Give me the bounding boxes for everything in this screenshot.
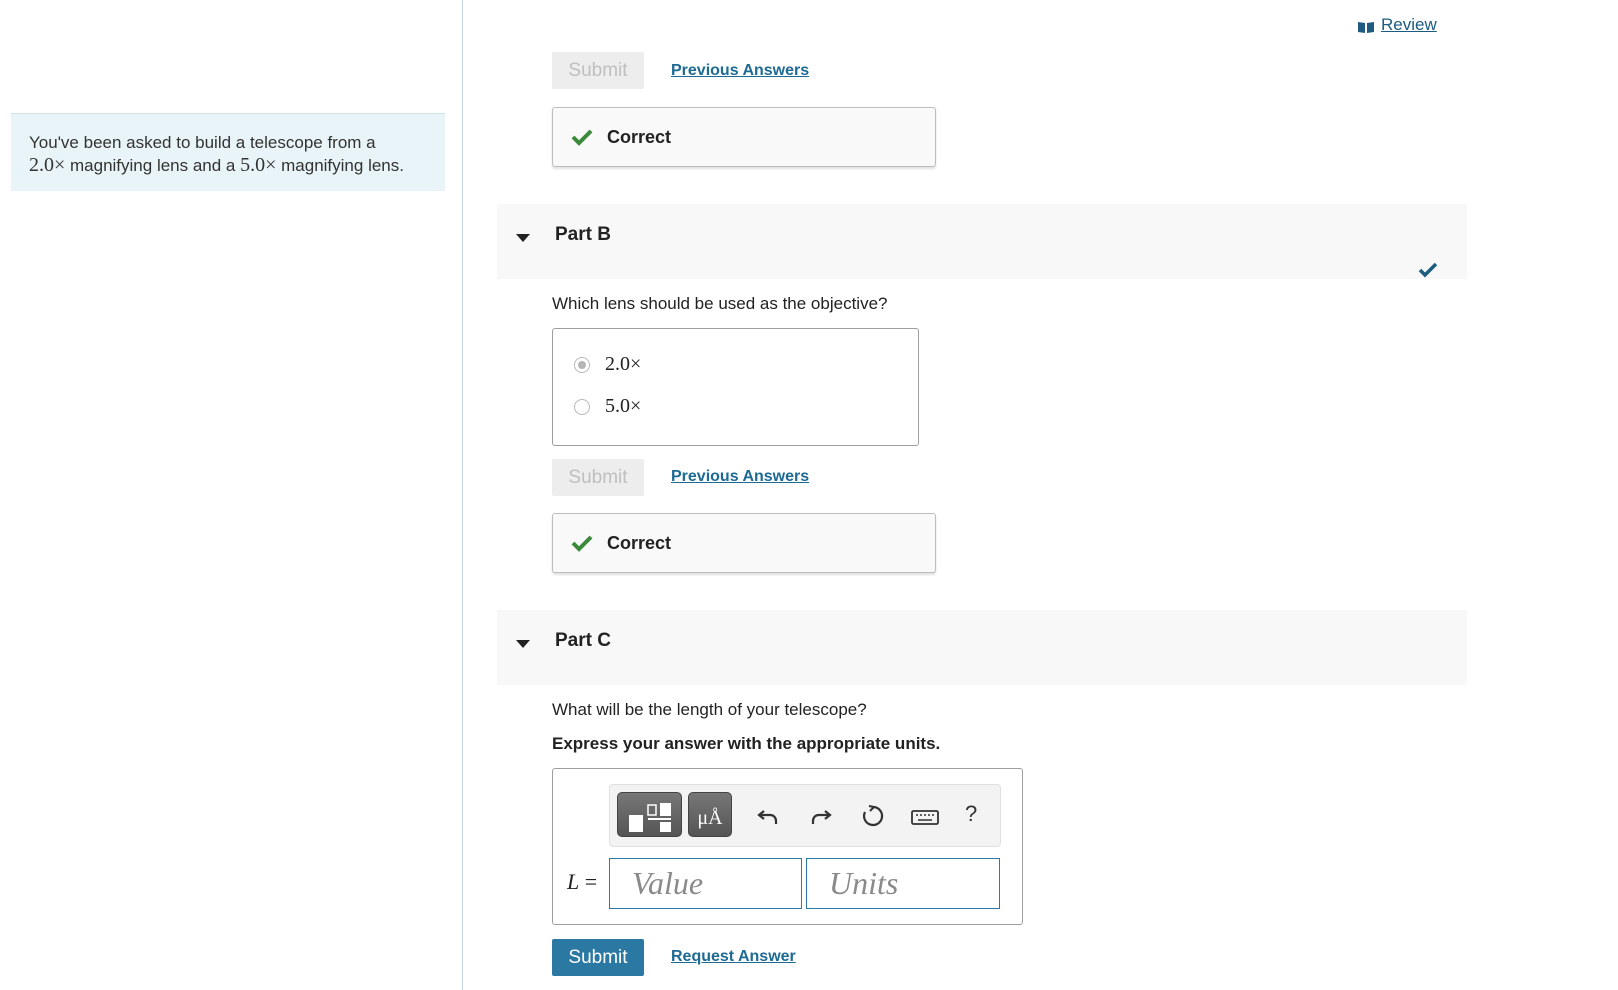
math-toolbar: μÅ ?: [609, 784, 1001, 847]
part-a-feedback: Correct: [552, 107, 936, 167]
keyboard-icon[interactable]: [910, 803, 940, 829]
lens-2-value: 5.0×: [240, 154, 277, 176]
part-b-feedback: Correct: [552, 513, 936, 573]
completed-check-icon: [1418, 262, 1438, 278]
part-b-submit-button: Submit: [552, 459, 644, 496]
radio-5x[interactable]: [574, 398, 590, 415]
templates-button[interactable]: [617, 792, 682, 837]
part-b-title: Part B: [555, 224, 611, 245]
equals-sign: =: [579, 869, 598, 894]
intro-mid-text: magnifying lens and a: [65, 156, 241, 175]
reset-icon[interactable]: [860, 803, 886, 829]
intro-line-1: You've been asked to build a telescope f…: [29, 133, 376, 152]
part-a-feedback-label: Correct: [607, 126, 672, 147]
caret-down-icon: [516, 640, 530, 648]
request-answer-link[interactable]: Request Answer: [671, 948, 796, 966]
value-input[interactable]: Value: [609, 858, 802, 909]
choice-2x-label: 2.0×: [605, 353, 642, 375]
radio-2x[interactable]: [574, 356, 590, 373]
part-c-submit-button[interactable]: Submit: [552, 939, 644, 976]
undo-icon[interactable]: [755, 803, 781, 829]
templates-icon: [629, 803, 671, 832]
help-icon[interactable]: ?: [965, 801, 977, 827]
book-icon: [1357, 19, 1375, 33]
part-b-question: Which lens should be used as the objecti…: [552, 294, 888, 313]
part-c-header[interactable]: Part C: [497, 610, 1467, 685]
part-a-previous-answers-link[interactable]: Previous Answers: [671, 62, 809, 80]
answer-box: μÅ ? L = Value Units: [552, 768, 1023, 925]
part-b-previous-answers-link[interactable]: Previous Answers: [671, 468, 809, 486]
part-c-instruction: Express your answer with the appropriate…: [552, 734, 941, 753]
choice-5x-label: 5.0×: [605, 395, 642, 417]
part-b-feedback-label: Correct: [607, 532, 672, 553]
redo-icon[interactable]: [808, 803, 834, 829]
choice-2x[interactable]: 2.0×: [574, 353, 641, 376]
units-button[interactable]: μÅ: [688, 792, 732, 837]
part-b-header[interactable]: Part B: [497, 204, 1467, 279]
caret-down-icon: [516, 234, 530, 242]
check-icon: [571, 129, 593, 146]
part-c-title: Part C: [555, 630, 611, 651]
variable-label: L =: [567, 869, 597, 895]
part-a-submit-button: Submit: [552, 52, 644, 89]
variable-symbol: L: [567, 869, 580, 894]
part-c-question: What will be the length of your telescop…: [552, 700, 867, 719]
intro-line-2: 2.0× magnifying lens and a 5.0× magnifyi…: [29, 154, 427, 177]
intro-end-text: magnifying lens.: [276, 156, 404, 175]
part-b-choices: 2.0× 5.0×: [552, 328, 919, 446]
review-link[interactable]: Review: [1357, 15, 1437, 35]
units-input[interactable]: Units: [806, 858, 1000, 909]
lens-1-value: 2.0×: [29, 154, 66, 176]
review-label: Review: [1381, 15, 1437, 34]
intro-box: You've been asked to build a telescope f…: [11, 113, 445, 191]
choice-5x[interactable]: 5.0×: [574, 395, 641, 418]
intro-panel: You've been asked to build a telescope f…: [0, 0, 463, 990]
check-icon: [571, 535, 593, 552]
